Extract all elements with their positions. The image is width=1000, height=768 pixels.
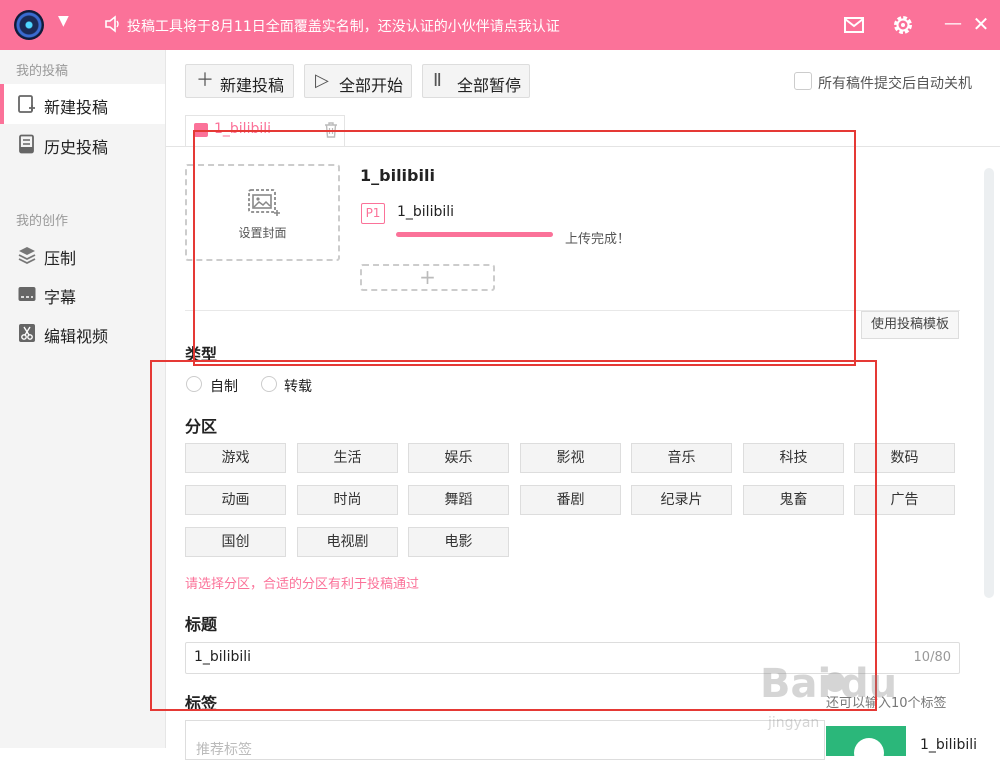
trash-icon[interactable] <box>324 122 338 138</box>
set-cover-button[interactable]: 设置封面 <box>185 164 340 261</box>
zone-button[interactable]: 电影 <box>408 527 509 557</box>
plus-icon: ＋ <box>196 70 214 91</box>
zone-section-title: 分区 <box>185 417 218 436</box>
add-part-button[interactable]: + <box>360 264 495 291</box>
zone-button[interactable]: 音乐 <box>631 443 732 473</box>
video-file-icon <box>194 123 208 137</box>
svg-text:jingyan: jingyan <box>767 715 819 731</box>
zone-button[interactable]: 国创 <box>185 527 286 557</box>
subtitle-icon <box>18 287 36 301</box>
tag-placeholder: 推荐标签 <box>196 742 252 758</box>
sidebar-item-label: 历史投稿 <box>44 138 109 157</box>
image-icon <box>248 189 280 216</box>
part-badge: P1 <box>361 203 385 224</box>
svg-text:Bai: Bai <box>760 661 831 707</box>
sidebar-item-label: 编辑视频 <box>44 327 109 346</box>
scrollbar-thumb[interactable] <box>984 168 994 598</box>
zone-button[interactable]: 鬼畜 <box>743 485 844 515</box>
zone-button[interactable]: 动画 <box>185 485 286 515</box>
section-divider <box>185 310 960 311</box>
part-name[interactable]: 1_bilibili <box>397 204 454 220</box>
realname-notice-link[interactable]: 投稿工具将于8月11日全面覆盖实名制，还没认证的小伙伴请点我认证 <box>127 16 560 36</box>
start-all-label: 全部开始 <box>339 76 404 95</box>
sidebar-item-history[interactable]: 历史投稿 <box>0 124 165 164</box>
sidebar-item-new-post[interactable]: 新建投稿 <box>0 84 165 124</box>
scissors-icon <box>19 324 35 342</box>
sidebar-item-label: 字幕 <box>44 288 77 307</box>
baidu-jingyan-watermark: Bai du jingyan <box>760 661 897 731</box>
chevron-down-icon[interactable]: ▼ <box>58 13 69 29</box>
tab-divider <box>166 146 1000 147</box>
auto-shutdown-checkbox[interactable] <box>794 72 812 90</box>
zone-button[interactable]: 数码 <box>854 443 955 473</box>
new-post-button[interactable]: ＋ 新建投稿 <box>185 64 294 98</box>
zone-button[interactable]: 电视剧 <box>297 527 398 557</box>
sidebar: 我的投稿 新建投稿 历史投稿 我的创作 压制 字幕 编辑视频 <box>0 50 166 748</box>
svg-text:du: du <box>840 661 897 707</box>
auto-shutdown-label[interactable]: 所有稿件提交后自动关机 <box>818 73 972 93</box>
play-icon: ▷ <box>315 70 329 91</box>
gear-icon[interactable] <box>891 13 915 37</box>
type-option-repost[interactable]: 转载 <box>284 376 312 396</box>
minimize-button[interactable]: — <box>944 12 962 36</box>
title-section-title: 标题 <box>185 615 218 634</box>
history-icon <box>19 134 34 154</box>
zone-button[interactable]: 广告 <box>854 485 955 515</box>
zone-button[interactable]: 时尚 <box>297 485 398 515</box>
pause-all-label: 全部暂停 <box>457 76 522 95</box>
zone-button[interactable]: 影视 <box>520 443 621 473</box>
scrollbar[interactable] <box>984 148 994 748</box>
use-template-button[interactable]: 使用投稿模板 <box>861 311 959 339</box>
type-option-original[interactable]: 自制 <box>210 376 238 396</box>
type-radio-original[interactable] <box>186 376 202 392</box>
zone-button[interactable]: 番剧 <box>520 485 621 515</box>
zone-button[interactable]: 舞蹈 <box>408 485 509 515</box>
upload-status: 上传完成！ <box>565 232 631 247</box>
tags-section-title: 标签 <box>185 694 218 713</box>
zone-button[interactable]: 纪录片 <box>631 485 732 515</box>
preview-circle <box>854 738 884 768</box>
type-radio-repost[interactable] <box>261 376 277 392</box>
start-all-button[interactable]: ▷ 全部开始 <box>304 64 412 98</box>
pause-all-button[interactable]: Ⅱ 全部暂停 <box>422 64 530 98</box>
sidebar-section-my-posts: 我的投稿 <box>16 64 69 79</box>
sidebar-item-edit-video[interactable]: 编辑视频 <box>0 313 165 353</box>
zone-button[interactable]: 科技 <box>743 443 844 473</box>
video-title: 1_bilibili <box>360 166 435 185</box>
pause-icon: Ⅱ <box>433 70 442 91</box>
sidebar-item-label: 新建投稿 <box>44 98 109 117</box>
title-value: 1_bilibili <box>194 649 252 665</box>
zone-hint: 请选择分区，合适的分区有利于投稿通过 <box>185 577 420 592</box>
new-post-label: 新建投稿 <box>220 76 285 95</box>
file-tab[interactable]: 1_bilibili <box>185 115 345 146</box>
tag-input[interactable]: 推荐标签 <box>185 720 825 760</box>
file-tab-label: 1_bilibili <box>214 121 272 137</box>
sidebar-item-subtitle[interactable]: 字幕 <box>0 274 165 314</box>
zone-button[interactable]: 生活 <box>297 443 398 473</box>
zone-button[interactable]: 娱乐 <box>408 443 509 473</box>
speaker-icon <box>105 15 119 33</box>
sidebar-item-label: 压制 <box>44 249 77 268</box>
zone-button[interactable]: 游戏 <box>185 443 286 473</box>
type-section-title: 类型 <box>185 345 218 364</box>
sidebar-section-my-creation: 我的创作 <box>16 214 69 229</box>
mail-icon[interactable] <box>843 15 865 35</box>
upload-progress-fill <box>396 232 553 237</box>
sidebar-item-compress[interactable]: 压制 <box>0 235 165 275</box>
upload-progress-bar <box>396 232 553 237</box>
new-post-icon <box>18 95 35 113</box>
title-bar: ▼ 投稿工具将于8月11日全面覆盖实名制，还没认证的小伙伴请点我认证 — ✕ <box>0 0 1000 50</box>
app-logo[interactable] <box>14 10 44 40</box>
close-button[interactable]: ✕ <box>970 12 992 36</box>
layers-icon <box>18 247 36 265</box>
set-cover-label: 设置封面 <box>238 226 287 240</box>
